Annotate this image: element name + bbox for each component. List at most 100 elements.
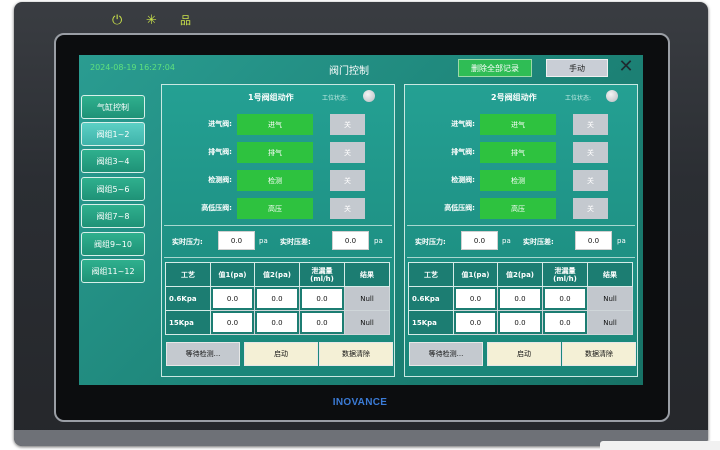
run-led-icon: ✳ [146, 13, 157, 28]
pressure-diff-field[interactable]: 0.0 [332, 231, 369, 250]
leak-results-table: 工艺 值1(pa) 值2(pa) 泄漏量 (ml/h) 结果 0.6Kpa 0.… [408, 262, 633, 335]
value1-cell: 0.0 [453, 286, 498, 311]
col-header-process: 工艺 [165, 262, 211, 287]
result-cell: Null [344, 310, 390, 335]
page-title: 阀门控制 [329, 66, 369, 77]
detect-valve-on-button[interactable]: 检测 [480, 170, 556, 191]
value2-cell: 0.0 [254, 310, 300, 335]
pressure-label: 实时压力: [172, 238, 203, 246]
work-status-indicator [606, 90, 618, 102]
work-status-indicator [363, 90, 375, 102]
datetime-readout: 2024-08-19 16:27:04 [90, 63, 175, 72]
wait-detect-button[interactable]: 等待检测... [166, 342, 240, 366]
detect-valve-on-button[interactable]: 检测 [237, 170, 313, 191]
sidebar-item-valve-1-2[interactable]: 阀组1~2 [81, 122, 145, 146]
title-bar: 2024-08-19 16:27:04 阀门控制 删除全部记录 手动 ✕ [79, 55, 643, 81]
pressure-valve-off-button[interactable]: 关 [330, 198, 365, 219]
leakage-field: 0.0 [545, 289, 585, 308]
table-row: 15Kpa 0.0 0.0 0.0 Null [165, 310, 390, 335]
intake-valve-label: 进气阀: [208, 120, 232, 128]
hmi-screen: 2024-08-19 16:27:04 阀门控制 删除全部记录 手动 ✕ 气缸控… [79, 55, 643, 385]
detect-valve-off-button[interactable]: 关 [573, 170, 608, 191]
value2-cell: 0.0 [254, 286, 300, 311]
intake-valve-on-button[interactable]: 进气 [480, 114, 556, 135]
pressure-valve-label: 高低压阀: [444, 204, 475, 212]
network-led-icon: 品 [180, 14, 191, 27]
leakage-field: 0.0 [302, 313, 342, 332]
leakage-cell: 0.0 [299, 286, 345, 311]
value2-field: 0.0 [500, 313, 540, 332]
pressure-diff-unit: pa [374, 237, 383, 245]
pressure-valve-on-button[interactable]: 高压 [480, 198, 556, 219]
detect-valve-off-button[interactable]: 关 [330, 170, 365, 191]
detect-valve-label: 检测阀: [208, 176, 232, 184]
clear-data-button[interactable]: 数据清除 [319, 342, 393, 366]
leak-results-table: 工艺 值1(pa) 值2(pa) 泄漏量 (ml/h) 结果 0.6Kpa 0.… [165, 262, 390, 335]
divider [164, 257, 392, 258]
col-header-leakage: 泄漏量 (ml/h) [542, 262, 588, 287]
sidebar-item-valve-9-10[interactable]: 阀组9~10 [81, 232, 145, 256]
value2-field: 0.0 [500, 289, 540, 308]
col-header-value2: 值2(pa) [497, 262, 543, 287]
value1-cell: 0.0 [210, 310, 255, 335]
clear-data-button[interactable]: 数据清除 [562, 342, 636, 366]
result-cell: Null [344, 286, 390, 311]
row-label: 15Kpa [165, 310, 211, 335]
sidebar-item-valve-11-12[interactable]: 阀组11~12 [81, 259, 145, 283]
leakage-cell: 0.0 [299, 310, 345, 335]
table-row: 0.6Kpa 0.0 0.0 0.0 Null [408, 286, 633, 311]
table-row: 0.6Kpa 0.0 0.0 0.0 Null [165, 286, 390, 311]
divider [407, 257, 635, 258]
row-label: 0.6Kpa [165, 286, 211, 311]
row-label: 15Kpa [408, 310, 454, 335]
leakage-cell: 0.0 [542, 286, 588, 311]
exhaust-valve-on-button[interactable]: 排气 [480, 142, 556, 163]
intake-valve-on-button[interactable]: 进气 [237, 114, 313, 135]
manual-mode-button[interactable]: 手动 [546, 59, 608, 77]
pressure-valve-on-button[interactable]: 高压 [237, 198, 313, 219]
work-status-label: 工位状态: [565, 95, 592, 102]
intake-valve-off-button[interactable]: 关 [330, 114, 365, 135]
pressure-diff-label: 实时压差: [280, 238, 311, 246]
delete-all-records-button[interactable]: 删除全部记录 [458, 59, 532, 77]
pressure-valve-off-button[interactable]: 关 [573, 198, 608, 219]
start-button[interactable]: 启动 [244, 342, 318, 366]
sidebar-item-valve-3-4[interactable]: 阀组3~4 [81, 149, 145, 173]
pressure-value-field[interactable]: 0.0 [218, 231, 255, 250]
brand-logo: INOVANCE [332, 397, 388, 408]
start-button[interactable]: 启动 [487, 342, 561, 366]
col-header-value2: 值2(pa) [254, 262, 300, 287]
value1-cell: 0.0 [210, 286, 255, 311]
pressure-diff-unit: pa [617, 237, 626, 245]
sidebar-item-valve-5-6[interactable]: 阀组5~6 [81, 177, 145, 201]
value2-cell: 0.0 [497, 286, 543, 311]
intake-valve-label: 进气阀: [451, 120, 475, 128]
col-header-value1: 值1(pa) [210, 262, 255, 287]
exhaust-valve-label: 排气阀: [451, 148, 475, 156]
work-status-label: 工位状态: [322, 95, 349, 102]
exhaust-valve-off-button[interactable]: 关 [330, 142, 365, 163]
close-icon[interactable]: ✕ [615, 56, 637, 78]
value2-cell: 0.0 [497, 310, 543, 335]
pressure-label: 实时压力: [415, 238, 446, 246]
exhaust-valve-off-button[interactable]: 关 [573, 142, 608, 163]
value2-field: 0.0 [257, 313, 297, 332]
wait-detect-button[interactable]: 等待检测... [409, 342, 483, 366]
stand-edge [600, 441, 720, 450]
valve-group-1-panel: 1号阀组动作 工位状态: 进气阀: 进气 关 排气阀: 排气 关 检测阀: 检测… [161, 84, 395, 377]
exhaust-valve-on-button[interactable]: 排气 [237, 142, 313, 163]
panel-title: 1号阀组动作 [248, 93, 294, 102]
table-row: 15Kpa 0.0 0.0 0.0 Null [408, 310, 633, 335]
value1-field: 0.0 [456, 289, 495, 308]
col-header-leakage: 泄漏量 (ml/h) [299, 262, 345, 287]
pressure-valve-label: 高低压阀: [201, 204, 232, 212]
exhaust-valve-label: 排气阀: [208, 148, 232, 156]
value1-field: 0.0 [213, 313, 252, 332]
intake-valve-off-button[interactable]: 关 [573, 114, 608, 135]
pressure-diff-field[interactable]: 0.0 [575, 231, 612, 250]
sidebar-item-valve-7-8[interactable]: 阀组7~8 [81, 204, 145, 228]
result-cell: Null [587, 286, 633, 311]
value1-field: 0.0 [213, 289, 252, 308]
pressure-value-field[interactable]: 0.0 [461, 231, 498, 250]
sidebar-item-cylinder-control[interactable]: 气缸控制 [81, 95, 145, 119]
